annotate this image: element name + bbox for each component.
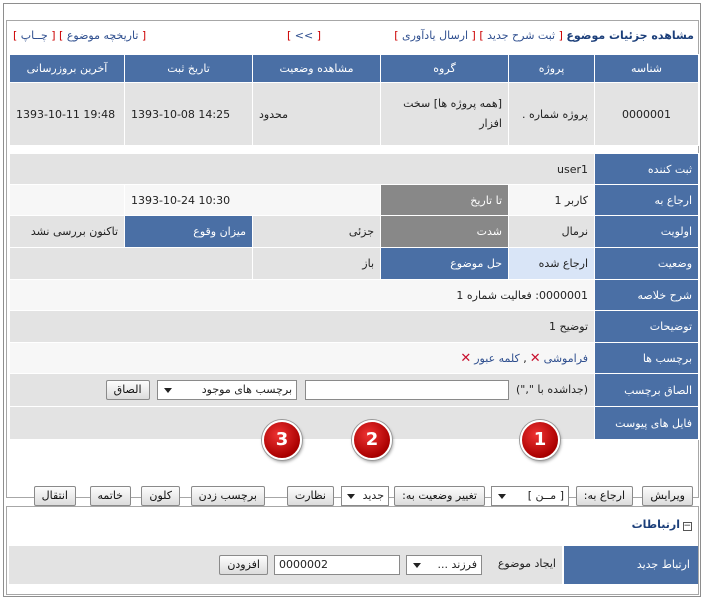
tag-hint: (جداشده با ",") (516, 383, 589, 396)
tag-input[interactable] (304, 380, 509, 400)
resolution-label: حل موضوع (380, 247, 510, 280)
attach-tag-cell: (جداشده با ",") برچسب های موجود الصاق (8, 373, 596, 407)
next-link-wrap: [ >> ] (287, 29, 322, 42)
collapse-icon[interactable]: − (683, 522, 692, 531)
due-date-value: 1393-10-24 10:30 (124, 184, 382, 216)
attach-tag-button[interactable]: الصاق (105, 380, 150, 400)
action-buttons: ویرایش ارجاع به: [ مــن ] تغییر وضعیت به… (13, 486, 695, 508)
assign-select[interactable]: [ مــن ] (491, 486, 569, 506)
print-link[interactable]: چــاپ (21, 29, 48, 42)
add-relationship-button[interactable]: افزودن (219, 555, 268, 575)
due-empty (8, 184, 126, 216)
tag-link-forgot[interactable]: فراموشی (544, 352, 588, 365)
reproducibility-label: میزان وقوع (124, 215, 254, 248)
priority-value: نرمال (508, 215, 596, 248)
top-right-links: مشاهده جزئیات موضوع [ ثبت شرح جدید ] [ ا… (394, 29, 694, 42)
relationships-title: ارتباطات (631, 518, 680, 531)
issue-category: [همه پروژه ها] سخت افزار (380, 82, 509, 146)
new-note-link[interactable]: ثبت شرح جدید (487, 29, 555, 42)
issue-updated: 1393-10-11 19:48 (9, 82, 125, 146)
status-select[interactable]: جدید (341, 486, 389, 506)
issue-summary-table: شناسه پروژه گروه مشاهده وضعیت تاریخ ثبت … (9, 54, 699, 146)
attachments-label: فایل های پیوست (594, 406, 700, 440)
remove-tag-icon[interactable]: ✕ (530, 351, 541, 366)
tag-link-password[interactable]: کلمه عبور (474, 352, 520, 365)
remove-tag-icon[interactable]: ✕ (460, 351, 471, 366)
relationships-panel: −ارتباطات ارتباط جدید ایجاد موضوع فرزند … (6, 506, 699, 595)
callout-badge-3: 3 (262, 420, 302, 460)
issue-project: پروژه شماره . (508, 82, 595, 146)
edit-button[interactable]: ویرایش (642, 486, 693, 506)
reporter-value: user1 (8, 153, 596, 185)
new-relationship-controls: ایجاد موضوع فرزند ... 0000002 افزودن (9, 546, 562, 584)
close-issue-button[interactable]: خاتمه (89, 486, 131, 506)
col-header-id: شناسه (594, 54, 699, 83)
col-header-project: پروژه (508, 54, 595, 83)
tag-separator: , (523, 351, 527, 365)
attach-tag-label: الصاق برچسب (594, 373, 700, 407)
col-header-category: گروه (380, 54, 509, 83)
status-value: ارجاع شده (508, 247, 596, 280)
description-value: توضیح 1 (8, 310, 596, 343)
relationship-type-select[interactable]: فرزند ... (406, 555, 482, 575)
assign-button[interactable]: ارجاع به: (575, 486, 633, 506)
assigned-value: کاربر 1 (508, 184, 596, 216)
callout-badge-2: 2 (352, 420, 392, 460)
col-header-view-status: مشاهده وضعیت (252, 54, 381, 83)
move-button[interactable]: انتقال (33, 486, 76, 506)
severity-label: شدت (380, 215, 510, 248)
top-left-links: [ تاریخچه موضوع ] [ چــاپ ] (13, 29, 147, 42)
issue-history-link[interactable]: تاریخچه موضوع (67, 29, 139, 42)
page-title: مشاهده جزئیات موضوع (566, 29, 694, 42)
issue-view-status: محدود (252, 82, 381, 146)
status-empty (8, 247, 254, 280)
attachments-value (8, 406, 596, 440)
issue-created: 1393-10-08 14:25 (124, 82, 253, 146)
send-reminder-link[interactable]: ارسال یادآوری (402, 29, 468, 42)
tags-label: برچسب ها (594, 342, 700, 374)
severity-value: جزئی (252, 215, 382, 248)
col-header-updated: آخرین بروزرسانی (9, 54, 125, 83)
top-toolbar: مشاهده جزئیات موضوع [ ثبت شرح جدید ] [ ا… (7, 21, 698, 51)
description-label: توضیحات (594, 310, 700, 343)
existing-tags-select[interactable]: برچسب های موجود (157, 380, 298, 400)
change-status-button[interactable]: تغییر وضعیت به: (394, 486, 485, 506)
relationships-header[interactable]: −ارتباطات (632, 518, 692, 531)
related-issue-input[interactable]: 0000002 (274, 555, 400, 575)
new-relationship-row: ارتباط جدید ایجاد موضوع فرزند ... 000000… (9, 546, 698, 584)
summary-label: شرح خلاصه (594, 279, 700, 311)
reproducibility-value: تاکنون بررسی نشد (8, 215, 126, 248)
reporter-label: ثبت کننده (594, 153, 700, 185)
due-date-label: تا تاریخ (380, 184, 510, 216)
next-link[interactable]: >> (295, 29, 313, 42)
priority-label: اولویت (594, 215, 700, 248)
status-label: وضعیت (594, 247, 700, 280)
issue-id: 0000001 (594, 82, 699, 146)
issue-detail-table: ثبت کننده user1 ارجاع به کاربر 1 تا تاری… (8, 153, 700, 440)
callout-badge-1: 1 (520, 420, 560, 460)
clone-button[interactable]: کلون (141, 486, 180, 506)
resolution-value: باز (252, 247, 382, 280)
issue-details-panel: مشاهده جزئیات موضوع [ ثبت شرح جدید ] [ ا… (6, 20, 700, 506)
assigned-label: ارجاع به (594, 184, 700, 216)
tags-value: فراموشی✕, کلمه عبور✕ (8, 342, 596, 374)
add-tag-button[interactable]: برچسب زدن (190, 486, 265, 506)
summary-value: 0000001: فعالیت شماره 1 (8, 279, 596, 311)
monitor-button[interactable]: نظارت (286, 486, 334, 506)
new-relationship-label: ارتباط جدید (564, 546, 698, 584)
col-header-created: تاریخ ثبت (124, 54, 253, 83)
create-issue-label: ایجاد موضوع (497, 557, 556, 570)
